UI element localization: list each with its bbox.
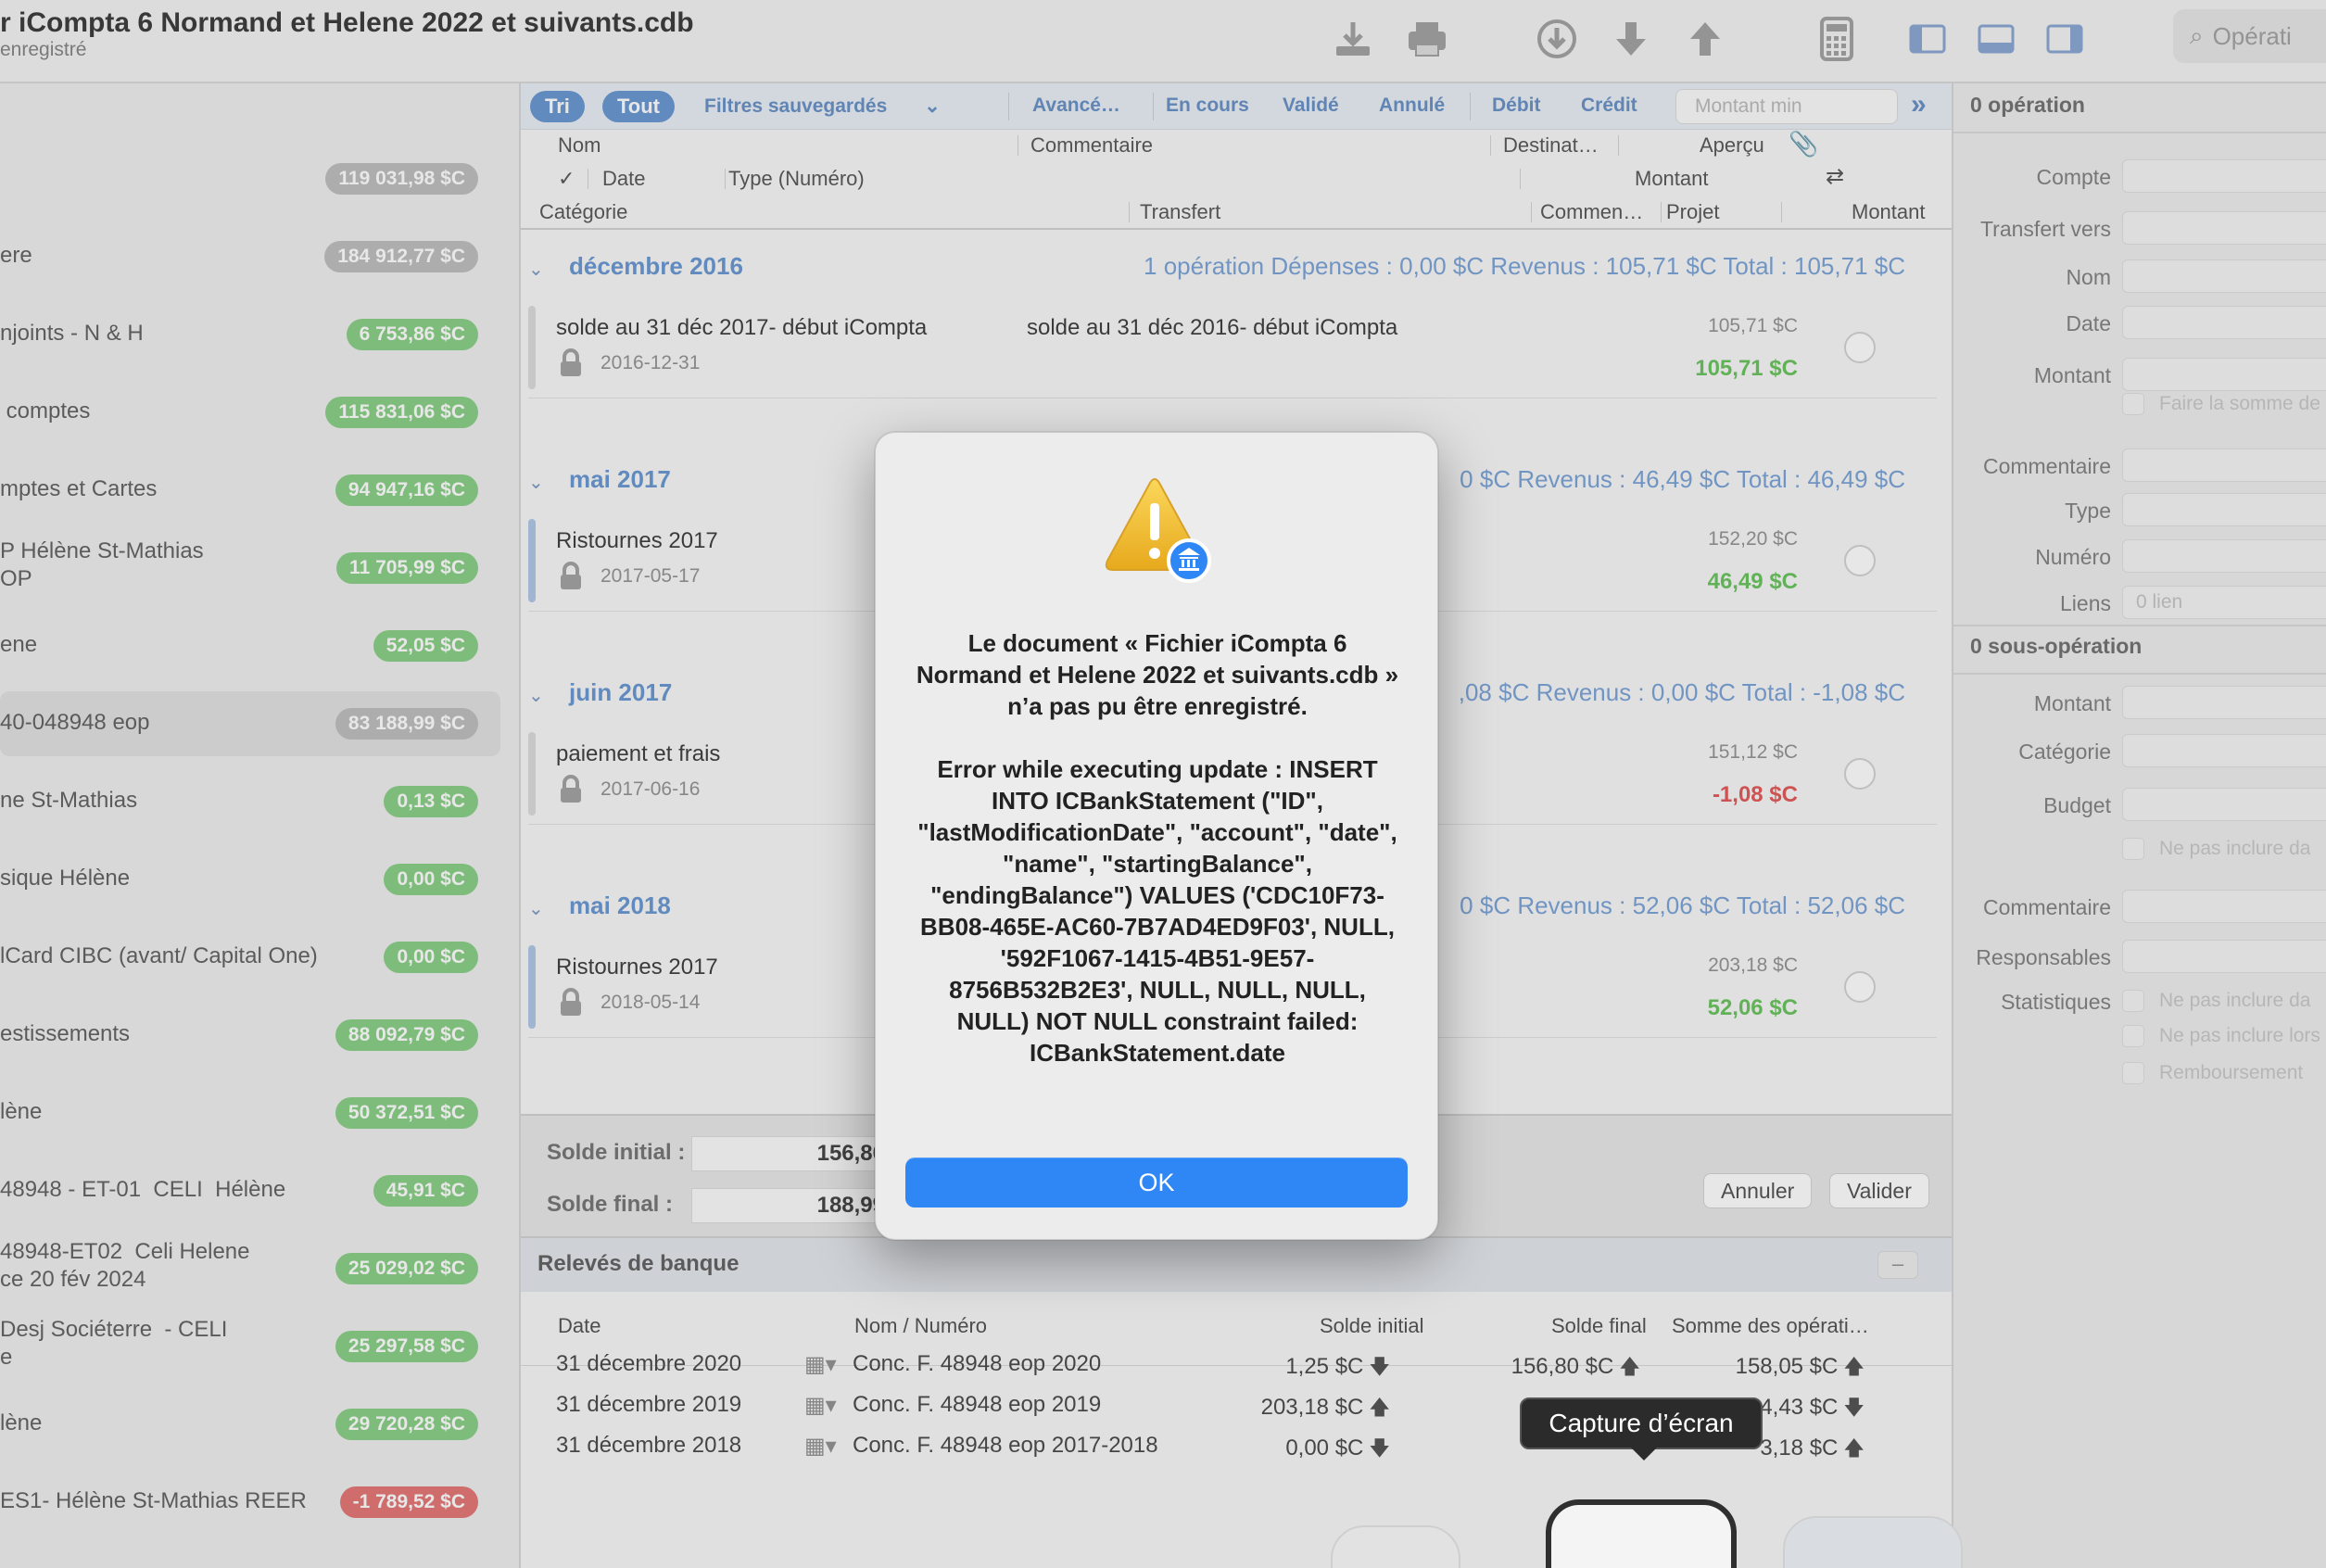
dock-app-screenshot-icon[interactable] (1546, 1499, 1737, 1568)
ok-button[interactable]: OK (905, 1157, 1408, 1208)
tooltip-arrow (1631, 1448, 1657, 1461)
alert-message: Le document « Fichier iCompta 6 Normand … (916, 629, 1399, 1067)
warning-bank-icon (1098, 475, 1219, 587)
dock-tooltip: Capture d’écran (1520, 1397, 1763, 1449)
dock-app-system-settings-icon[interactable] (1783, 1516, 1963, 1568)
dock-app-calculator-icon[interactable] (1331, 1525, 1460, 1568)
error-alert-dialog: Le document « Fichier iCompta 6 Normand … (875, 432, 1438, 1240)
